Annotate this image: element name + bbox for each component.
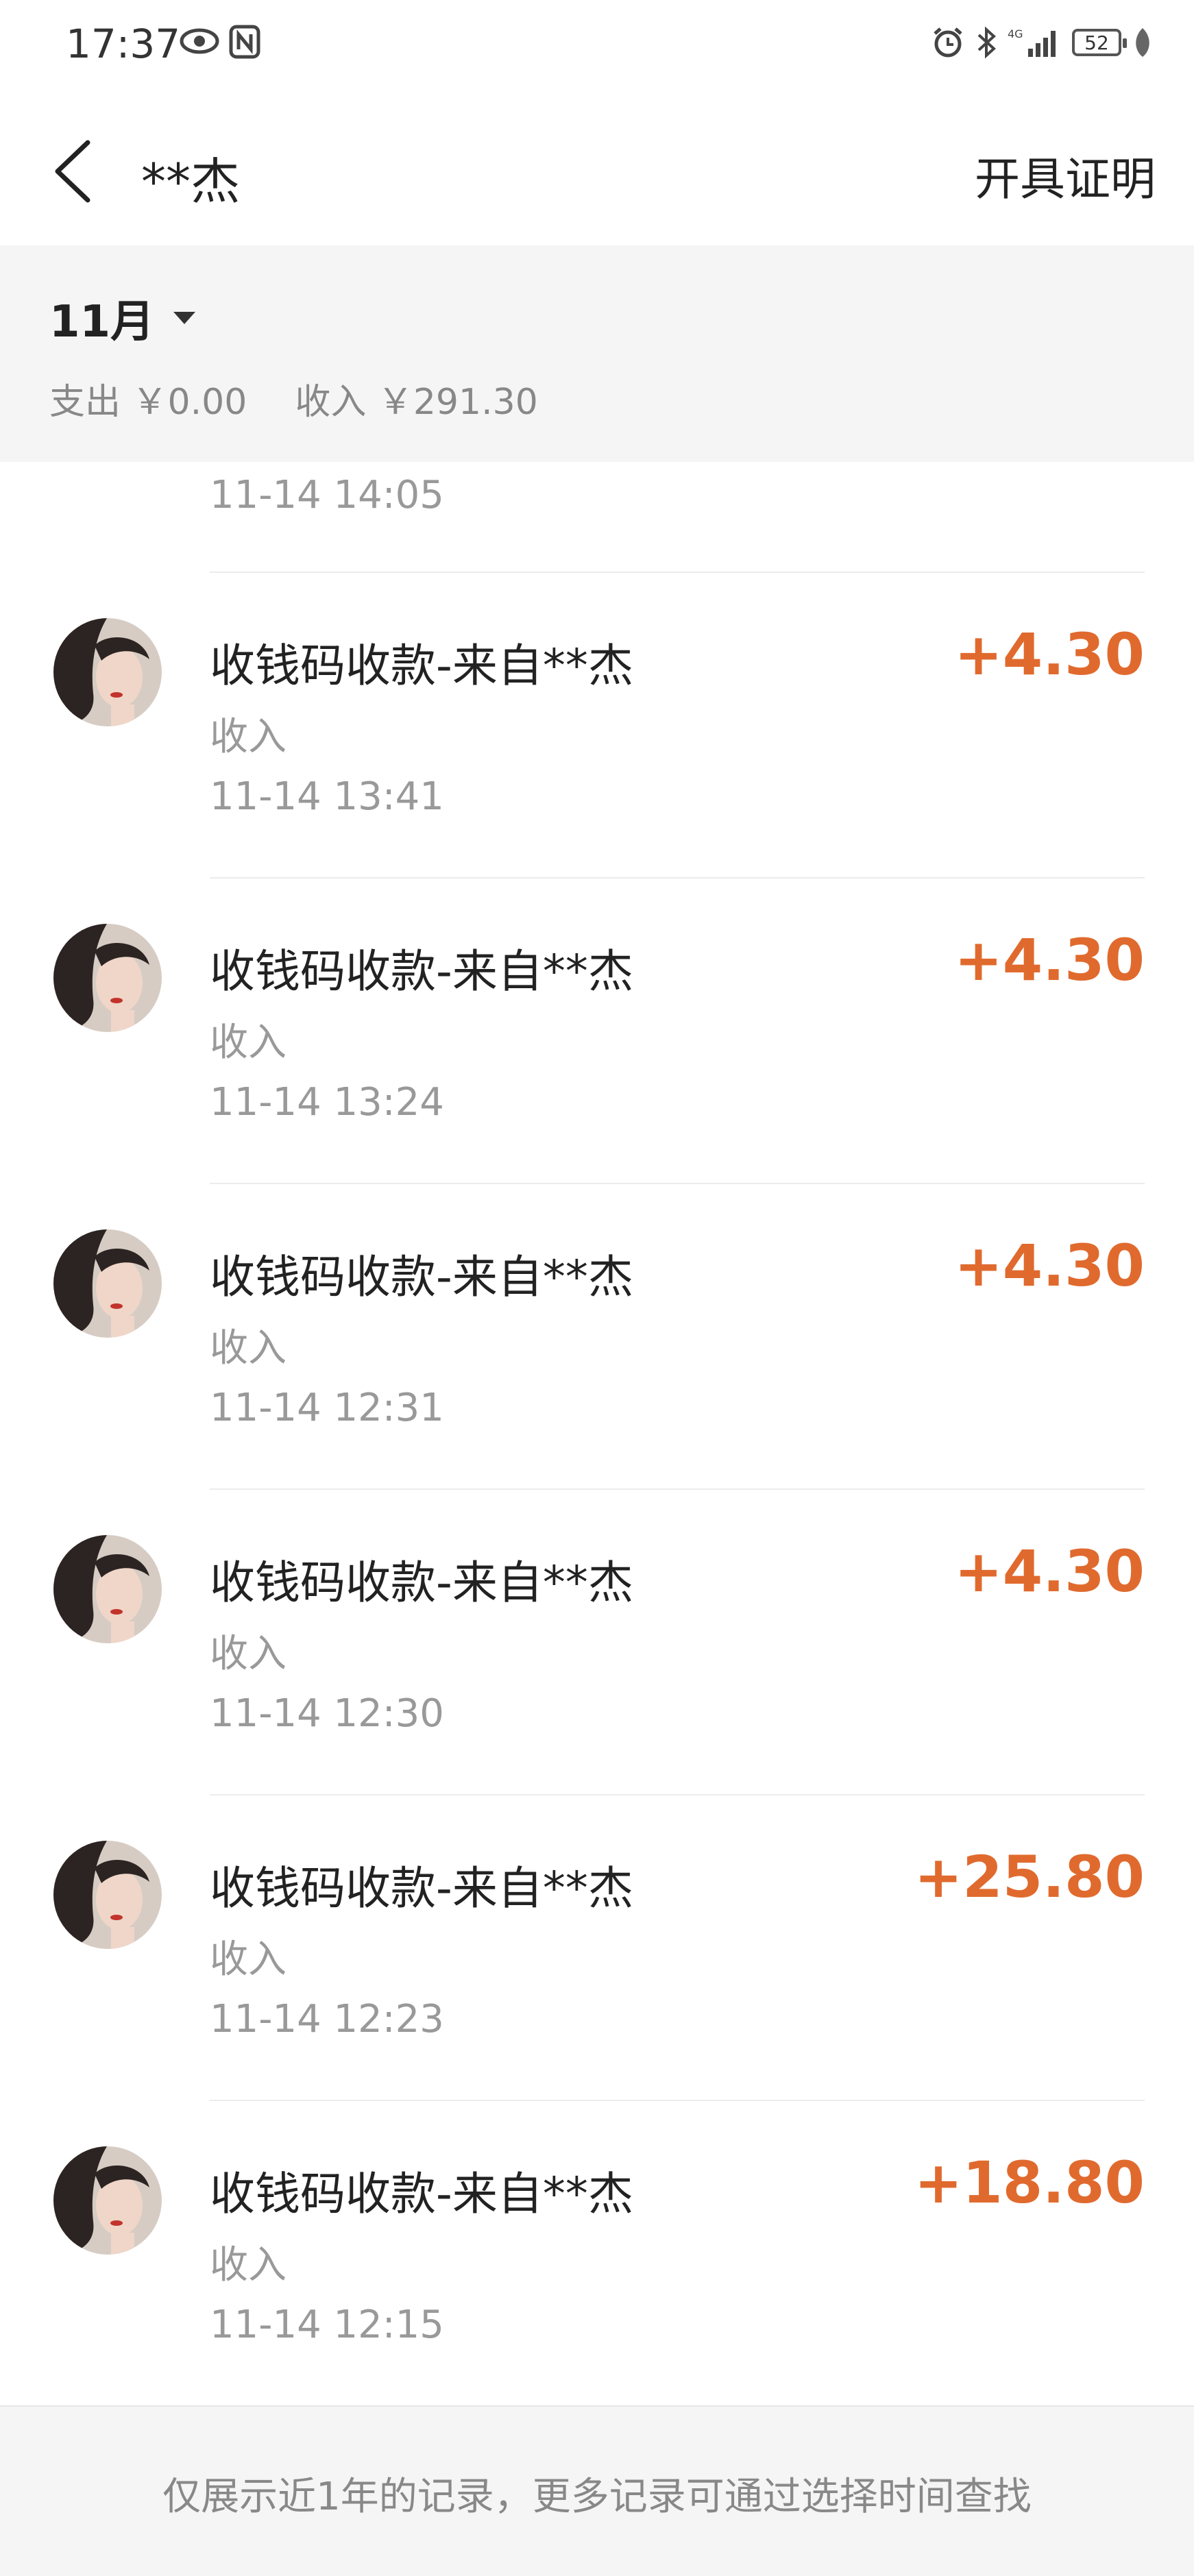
transaction-amount: +4.30 — [954, 927, 1145, 994]
issue-proof-button[interactable]: 开具证明 — [975, 143, 1156, 208]
transaction-time: 11-14 12:15 — [210, 2303, 444, 2347]
nav-bar: **杰 开具证明 — [0, 96, 1194, 245]
avatar — [53, 924, 162, 1032]
eye-icon — [180, 28, 219, 54]
avatar — [53, 1535, 162, 1643]
row-divider — [210, 572, 1145, 573]
month-header: 11月 支出 ￥0.00 收入 ￥291.30 — [0, 245, 1194, 462]
alarm-icon — [934, 27, 962, 58]
avatar-image — [53, 1841, 162, 1949]
partial-row-time: 11-14 14:05 — [210, 473, 444, 517]
month-label: 11月 — [49, 297, 155, 347]
transaction-title: 收钱码收款-来自**杰 — [210, 1251, 633, 1303]
avatar-image — [53, 1535, 162, 1643]
network-type: 4G — [1008, 27, 1023, 40]
battery-level: 52 — [1084, 31, 1109, 54]
month-summary: 支出 ￥0.00 收入 ￥291.30 — [49, 373, 538, 424]
avatar-image — [53, 924, 162, 1032]
transaction-type: 收入 — [210, 2243, 287, 2287]
row-divider — [210, 1794, 1145, 1795]
transaction-time: 11-14 12:31 — [210, 1386, 444, 1430]
transaction-title: 收钱码收款-来自**杰 — [210, 2168, 633, 2220]
caret-down-icon — [173, 312, 196, 324]
transaction-amount: +4.30 — [954, 1232, 1145, 1299]
row-divider — [210, 1488, 1145, 1490]
transaction-type: 收入 — [210, 1632, 287, 1676]
leaf-icon — [1136, 28, 1149, 57]
page-title: **杰 — [141, 153, 241, 210]
transaction-row[interactable]: 收钱码收款-来自**杰 收入 11-14 13:41 +4.30 — [0, 572, 1194, 877]
footer: 仅展示近1年的记录，更多记录可通过选择时间查找 — [0, 2405, 1194, 2576]
back-icon[interactable] — [48, 137, 96, 206]
month-selector[interactable]: 11月 — [49, 286, 196, 349]
avatar — [53, 618, 162, 726]
status-icons: 4G 52 — [931, 23, 1154, 62]
nfc-icon — [229, 25, 260, 59]
avatar-image — [53, 2146, 162, 2255]
transaction-title: 收钱码收款-来自**杰 — [210, 1556, 633, 1609]
avatar — [53, 1229, 162, 1338]
row-divider — [210, 877, 1145, 879]
expense-total: 支出 ￥0.00 — [49, 382, 247, 423]
transaction-type: 收入 — [210, 1937, 287, 1982]
transaction-amount: +4.30 — [954, 1538, 1145, 1605]
transaction-time: 11-14 12:23 — [210, 1997, 444, 2041]
transaction-time: 11-14 13:41 — [210, 774, 444, 819]
status-time: 17:37 — [66, 21, 181, 67]
transaction-title: 收钱码收款-来自**杰 — [210, 639, 633, 692]
bluetooth-icon — [977, 26, 996, 59]
row-divider — [210, 2100, 1145, 2101]
battery-icon: 52 — [1072, 29, 1127, 56]
transaction-time: 11-14 12:30 — [210, 1691, 444, 1736]
transaction-amount: +18.80 — [914, 2149, 1145, 2216]
avatar — [53, 2146, 162, 2255]
transaction-type: 收入 — [210, 715, 287, 759]
transaction-row[interactable]: 收钱码收款-来自**杰 收入 11-14 12:30 +4.30 — [0, 1488, 1194, 1794]
transaction-row[interactable]: 收钱码收款-来自**杰 收入 11-14 13:24 +4.30 — [0, 877, 1194, 1183]
transaction-row[interactable]: 收钱码收款-来自**杰 收入 11-14 12:15 +18.80 — [0, 2100, 1194, 2405]
avatar — [53, 1841, 162, 1949]
footer-note: 仅展示近1年的记录，更多记录可通过选择时间查找 — [162, 2475, 1032, 2519]
transaction-row[interactable]: 收钱码收款-来自**杰 收入 11-14 12:23 +25.80 — [0, 1794, 1194, 2100]
transaction-time: 11-14 13:24 — [210, 1080, 444, 1125]
transaction-title: 收钱码收款-来自**杰 — [210, 1862, 633, 1915]
transaction-title: 收钱码收款-来自**杰 — [210, 945, 633, 998]
signal-icon: 4G — [1008, 27, 1056, 57]
transaction-type: 收入 — [210, 1020, 287, 1065]
status-bar: 17:37 4G 52 — [0, 0, 1194, 96]
row-divider — [210, 1183, 1145, 1184]
transaction-amount: +25.80 — [914, 1843, 1145, 1911]
transaction-row[interactable]: 收钱码收款-来自**杰 收入 11-14 12:31 +4.30 — [0, 1183, 1194, 1488]
avatar-image — [53, 1229, 162, 1338]
income-total: 收入 ￥291.30 — [295, 382, 538, 423]
transaction-type: 收入 — [210, 1326, 287, 1371]
avatar-image — [53, 618, 162, 726]
transaction-amount: +4.30 — [954, 621, 1145, 688]
